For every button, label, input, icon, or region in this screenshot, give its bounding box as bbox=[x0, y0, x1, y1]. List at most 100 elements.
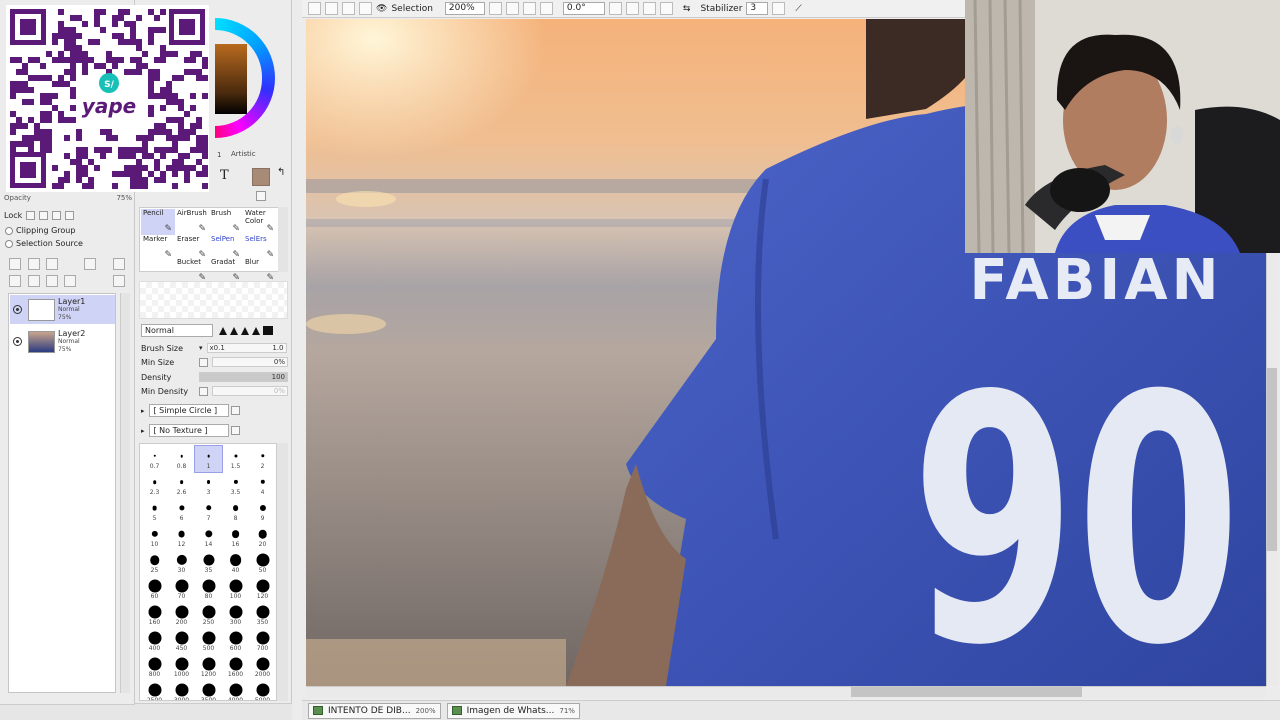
brush-size-option[interactable]: 0.8 bbox=[168, 446, 195, 472]
stabilizer-select[interactable]: 3 bbox=[746, 2, 769, 15]
saturation-value-box[interactable] bbox=[215, 44, 247, 114]
brush-size-option[interactable]: 2000 bbox=[249, 654, 276, 680]
brush-size-slider[interactable]: x0.1 1.0 bbox=[206, 343, 287, 353]
rotate-left-icon[interactable] bbox=[625, 2, 639, 15]
layer-item[interactable]: Layer2 Normal 75% bbox=[10, 327, 115, 356]
layer-mask-icon[interactable] bbox=[113, 275, 125, 287]
brush-size-option[interactable]: 14 bbox=[195, 524, 222, 550]
brush-size-option[interactable]: 5000 bbox=[249, 680, 276, 700]
tools-scrollbar[interactable] bbox=[278, 207, 288, 272]
tool-airbrush[interactable]: AirBrush ✎ bbox=[175, 209, 209, 235]
brush-size-option[interactable]: 4000 bbox=[222, 680, 249, 700]
brush-size-option[interactable]: 10 bbox=[141, 524, 168, 550]
brush-size-option[interactable]: 1600 bbox=[222, 654, 249, 680]
shape-soft-icon[interactable] bbox=[219, 326, 227, 335]
undo-icon[interactable] bbox=[308, 2, 321, 15]
lock-all-icon[interactable] bbox=[65, 210, 75, 220]
visibility-eye-icon[interactable] bbox=[13, 337, 22, 346]
brush-size-option[interactable]: 60 bbox=[141, 576, 168, 602]
brush-size-option[interactable]: 600 bbox=[222, 628, 249, 654]
tool-water-color[interactable]: Water Color ✎ bbox=[243, 209, 277, 235]
brush-texture-select[interactable]: [ No Texture ] bbox=[148, 424, 229, 437]
tool-marker[interactable]: Marker ✎ bbox=[141, 235, 175, 261]
new-linework-layer-icon[interactable] bbox=[28, 258, 40, 270]
horizontal-scroll-thumb[interactable] bbox=[851, 687, 1082, 697]
brush-size-option[interactable]: 2 bbox=[249, 446, 276, 472]
clipping-group-checkbox[interactable]: Clipping Group bbox=[5, 225, 75, 236]
swap-colors-icon[interactable]: ↰ bbox=[277, 167, 285, 178]
brush-size-option[interactable]: 70 bbox=[168, 576, 195, 602]
transfer-down-icon[interactable] bbox=[9, 275, 21, 287]
brush-size-option[interactable]: 25 bbox=[141, 550, 168, 576]
brush-size-option[interactable]: 12 bbox=[168, 524, 195, 550]
brush-size-option[interactable]: 3000 bbox=[168, 680, 195, 700]
layer-scrollbar[interactable] bbox=[120, 293, 130, 693]
brush-size-option[interactable]: 0.7 bbox=[141, 446, 168, 472]
transparent-color-icon[interactable] bbox=[256, 191, 266, 201]
brush-size-option[interactable]: 3.5 bbox=[222, 472, 249, 498]
delete-layer-icon[interactable] bbox=[64, 275, 76, 287]
layer-settings-icon[interactable] bbox=[113, 258, 125, 270]
brush-size-option[interactable]: 30 bbox=[168, 550, 195, 576]
zoom-dropdown-icon[interactable] bbox=[488, 2, 502, 15]
brush-shape-select[interactable]: [ Simple Circle ] bbox=[148, 404, 229, 417]
blend-mode-select[interactable]: Normal bbox=[141, 324, 213, 337]
rotate-right-icon[interactable] bbox=[659, 2, 673, 15]
vertical-scroll-thumb[interactable] bbox=[1267, 368, 1277, 551]
brush-size-option[interactable]: 8 bbox=[222, 498, 249, 524]
brush-size-option[interactable]: 50 bbox=[249, 550, 276, 576]
brush-size-option[interactable]: 2.6 bbox=[168, 472, 195, 498]
lock-transparency-icon[interactable] bbox=[26, 210, 36, 220]
layer-item[interactable]: Layer1 Normal 75% bbox=[10, 295, 115, 324]
zoom-in-icon[interactable] bbox=[522, 2, 536, 15]
brush-size-option[interactable]: 16 bbox=[222, 524, 249, 550]
brush-size-option[interactable]: 100 bbox=[222, 576, 249, 602]
visibility-eye-icon[interactable] bbox=[13, 305, 22, 314]
brush-size-option[interactable]: 3 bbox=[195, 472, 222, 498]
min-size-link-icon[interactable] bbox=[199, 357, 208, 367]
redo-icon[interactable] bbox=[325, 2, 338, 15]
lock-pen-icon[interactable] bbox=[39, 210, 49, 220]
brush-size-option[interactable]: 2.3 bbox=[141, 472, 168, 498]
color-wheel[interactable] bbox=[215, 0, 292, 150]
rotation-dropdown-icon[interactable] bbox=[608, 2, 622, 15]
layer-property-icon[interactable] bbox=[84, 258, 96, 270]
merge-down-icon[interactable] bbox=[28, 275, 40, 287]
brush-size-option[interactable]: 500 bbox=[195, 628, 222, 654]
selection-source-checkbox[interactable]: Selection Source bbox=[5, 238, 83, 249]
deselect-icon[interactable] bbox=[342, 2, 355, 15]
dropdown-arrow-icon[interactable] bbox=[230, 406, 240, 415]
brush-size-option[interactable]: 120 bbox=[249, 576, 276, 602]
flip-horizontal-icon[interactable]: ⇆ bbox=[683, 4, 691, 14]
brush-size-option[interactable]: 400 bbox=[141, 628, 168, 654]
brush-size-option[interactable]: 200 bbox=[168, 602, 195, 628]
dropdown-arrow-icon[interactable] bbox=[230, 426, 240, 435]
brush-size-option[interactable]: 6 bbox=[168, 498, 195, 524]
horizontal-scrollbar[interactable] bbox=[306, 686, 1266, 698]
brush-size-option[interactable]: 300 bbox=[222, 602, 249, 628]
brush-size-option[interactable]: 3500 bbox=[195, 680, 222, 700]
brush-size-option[interactable]: 350 bbox=[249, 602, 276, 628]
tool-pencil[interactable]: Pencil ✎ bbox=[141, 209, 175, 235]
brush-size-option[interactable]: 7 bbox=[195, 498, 222, 524]
text-tool-icon[interactable]: T bbox=[220, 168, 234, 183]
brush-size-option[interactable]: 80 bbox=[195, 576, 222, 602]
brush-size-option[interactable]: 450 bbox=[168, 628, 195, 654]
brush-size-option[interactable]: 800 bbox=[141, 654, 168, 680]
brush-size-option[interactable]: 1.5 bbox=[222, 446, 249, 472]
brush-size-option[interactable]: 1000 bbox=[168, 654, 195, 680]
lock-move-icon[interactable] bbox=[52, 210, 62, 220]
brush-size-option[interactable]: 4 bbox=[249, 472, 276, 498]
brush-size-option[interactable]: 160 bbox=[141, 602, 168, 628]
document-tab[interactable]: Imagen de Whats... 71% bbox=[446, 702, 580, 719]
shape-hard-icon[interactable] bbox=[241, 326, 249, 335]
zoom-out-icon[interactable] bbox=[505, 2, 519, 15]
brush-size-option[interactable]: 20 bbox=[249, 524, 276, 550]
brush-size-option[interactable]: 35 bbox=[195, 550, 222, 576]
brush-size-option[interactable]: 9 bbox=[249, 498, 276, 524]
min-density-slider[interactable]: 0% bbox=[212, 386, 288, 396]
tool-brush[interactable]: Brush ✎ bbox=[209, 209, 243, 235]
document-tab[interactable]: INTENTO DE DIB... 200% bbox=[308, 702, 441, 719]
brush-size-option[interactable]: 1200 bbox=[195, 654, 222, 680]
clear-layer-icon[interactable] bbox=[46, 275, 58, 287]
